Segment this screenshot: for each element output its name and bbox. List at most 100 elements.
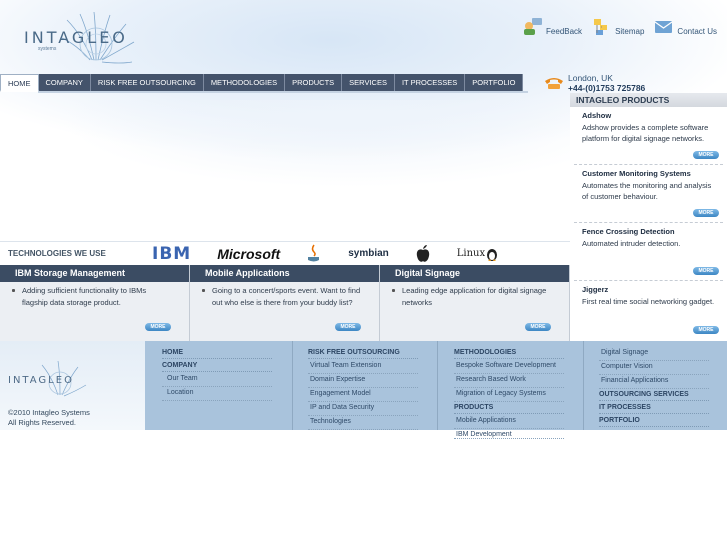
footer-link[interactable]: IP and Data Security [308,404,418,416]
card-title[interactable]: IBM Storage Management [0,265,189,282]
card-ibm-storage: IBM Storage Management Adding sufficient… [0,265,190,341]
footer-heading[interactable]: RISK FREE OUTSOURCING [308,349,418,359]
product-name[interactable]: Adshow [582,111,715,120]
contact-us-link[interactable]: Contact Us [654,18,717,36]
more-button[interactable]: MORE [693,267,719,275]
more-button[interactable]: MORE [145,323,171,331]
envelope-icon [654,18,674,36]
footer-col-methodologies: METHODOLOGIES Bespoke Software Developme… [454,349,564,441]
sitemap-label: Sitemap [615,27,645,36]
more-button[interactable]: MORE [693,151,719,159]
contact-us-label: Contact Us [677,27,717,36]
microsoft-logo: Microsoft [217,245,281,262]
footer-brand: INTAGLEO ©2010 Intagleo Systems All Righ… [0,341,145,430]
footer-link[interactable]: IBM Development [454,431,564,439]
product-desc: Adshow provides a complete software plat… [582,123,709,143]
product-desc: Automates the monitoring and analysis of… [582,181,712,201]
footer-divider [292,341,293,430]
footer-heading[interactable]: PORTFOLIO [599,417,709,427]
footer-heading[interactable]: METHODOLOGIES [454,349,564,359]
footer-heading[interactable]: PRODUCTS [454,404,564,414]
footer-link[interactable]: Mobile Applications [454,417,564,429]
footer-link[interactable]: Computer Vision [599,363,709,375]
card-title[interactable]: Digital Signage [380,265,569,282]
footer-link[interactable]: COMPANY [162,362,272,372]
feature-cards: IBM Storage Management Adding sufficient… [0,265,570,341]
footer-link[interactable]: Technologies [308,418,418,430]
main-nav: HOME COMPANY RISK FREE OUTSOURCING METHO… [0,74,524,92]
footer-link[interactable]: Bespoke Software Development [454,362,564,374]
footer-divider [583,341,584,430]
nav-company[interactable]: COMPANY [38,74,91,92]
location-text: London, UK [568,73,613,83]
more-button[interactable]: MORE [525,323,551,331]
feedback-icon [523,18,543,36]
product-item: Jiggerz First real time social networkin… [574,281,723,339]
footer-link[interactable]: Engagement Model [308,390,418,402]
phone-number: +44-(0)1753 725786 [568,83,646,93]
copyright: ©2010 Intagleo Systems All Rights Reserv… [8,408,90,427]
java-logo [306,244,322,264]
ibm-logo: IBM [152,243,192,264]
product-desc: Automated intruder detection. [582,239,681,248]
nav-portfolio[interactable]: PORTFOLIO [465,74,524,92]
product-item: Fence Crossing Detection Automated intru… [574,223,723,281]
card-digital-signage: Digital Signage Leading edge application… [380,265,570,341]
card-title[interactable]: Mobile Applications [190,265,379,282]
feedback-label: FeedBack [546,27,583,36]
product-item: Adshow Adshow provides a complete softwa… [574,107,723,165]
footer-link[interactable]: Research Based Work [454,376,564,388]
tux-icon [487,248,498,261]
footer-link[interactable]: Our Team [162,375,272,387]
nav-products[interactable]: PRODUCTS [285,74,343,92]
linux-logo: Linux [457,244,499,264]
apple-icon [416,244,429,262]
footer-heading[interactable]: OUTSOURCING SERVICES [599,391,709,401]
card-text: Going to a concert/sports event. Want to… [202,285,363,309]
footer: INTAGLEO ©2010 Intagleo Systems All Righ… [0,341,727,439]
footer-col-company: HOME COMPANY Our Team Location [162,349,272,403]
nav-methodologies[interactable]: METHODOLOGIES [203,74,286,92]
java-cup-icon [308,244,320,261]
footer-link[interactable]: Financial Applications [599,377,709,389]
sitemap-icon [592,18,612,36]
logo-subtext: systems [38,46,57,52]
more-button[interactable]: MORE [693,209,719,217]
footer-link[interactable]: Domain Expertise [308,376,418,388]
products-title: INTAGLEO PRODUCTS [570,93,727,107]
more-button[interactable]: MORE [335,323,361,331]
footer-link[interactable]: Digital Signage [599,349,709,361]
apple-logo [415,244,431,264]
footer-logo[interactable]: INTAGLEO [8,359,88,403]
footer-link[interactable]: Virtual Team Extension [308,362,418,374]
footer-heading[interactable]: IT PROCESSES [599,404,709,414]
product-desc: First real time social networking gadget… [582,297,715,306]
product-name[interactable]: Fence Crossing Detection [582,227,715,236]
card-text: Adding sufficient functionality to IBMs … [12,285,173,309]
intagleo-logo[interactable]: INTAGLEO systems [22,10,137,72]
product-name[interactable]: Jiggerz [582,285,715,294]
card-mobile-applications: Mobile Applications Going to a concert/s… [190,265,380,341]
sitemap-link[interactable]: Sitemap [592,18,644,36]
product-name[interactable]: Customer Monitoring Systems [582,169,715,178]
footer-link[interactable]: Migration of Legacy Systems [454,390,564,402]
footer-logo-text: INTAGLEO [8,375,74,386]
footer-col-outsourcing: RISK FREE OUTSOURCING Virtual Team Exten… [308,349,418,432]
product-item: Customer Monitoring Systems Automates th… [574,165,723,223]
hero-background [0,100,570,240]
feedback-link[interactable]: FeedBack [523,18,582,36]
nav-risk-free-outsourcing[interactable]: RISK FREE OUTSOURCING [90,74,204,92]
logo-text: INTAGLEO [24,28,128,47]
telephone-icon [543,76,565,90]
more-button[interactable]: MORE [693,326,719,334]
nav-it-processes[interactable]: IT PROCESSES [394,74,466,92]
symbian-logo: symbian [348,248,389,259]
nav-services[interactable]: SERVICES [342,74,395,92]
footer-link[interactable]: HOME [162,349,272,359]
technologies-bar: TECHNOLOGIES WE USE IBM Microsoft symbia… [0,241,570,265]
technologies-label: TECHNOLOGIES WE USE [8,249,106,258]
top-links: FeedBack Sitemap Contact Us [523,18,717,36]
products-panel: INTAGLEO PRODUCTS Adshow Adshow provides… [570,93,727,340]
footer-link[interactable]: Location [162,389,272,401]
nav-home[interactable]: HOME [0,74,39,92]
